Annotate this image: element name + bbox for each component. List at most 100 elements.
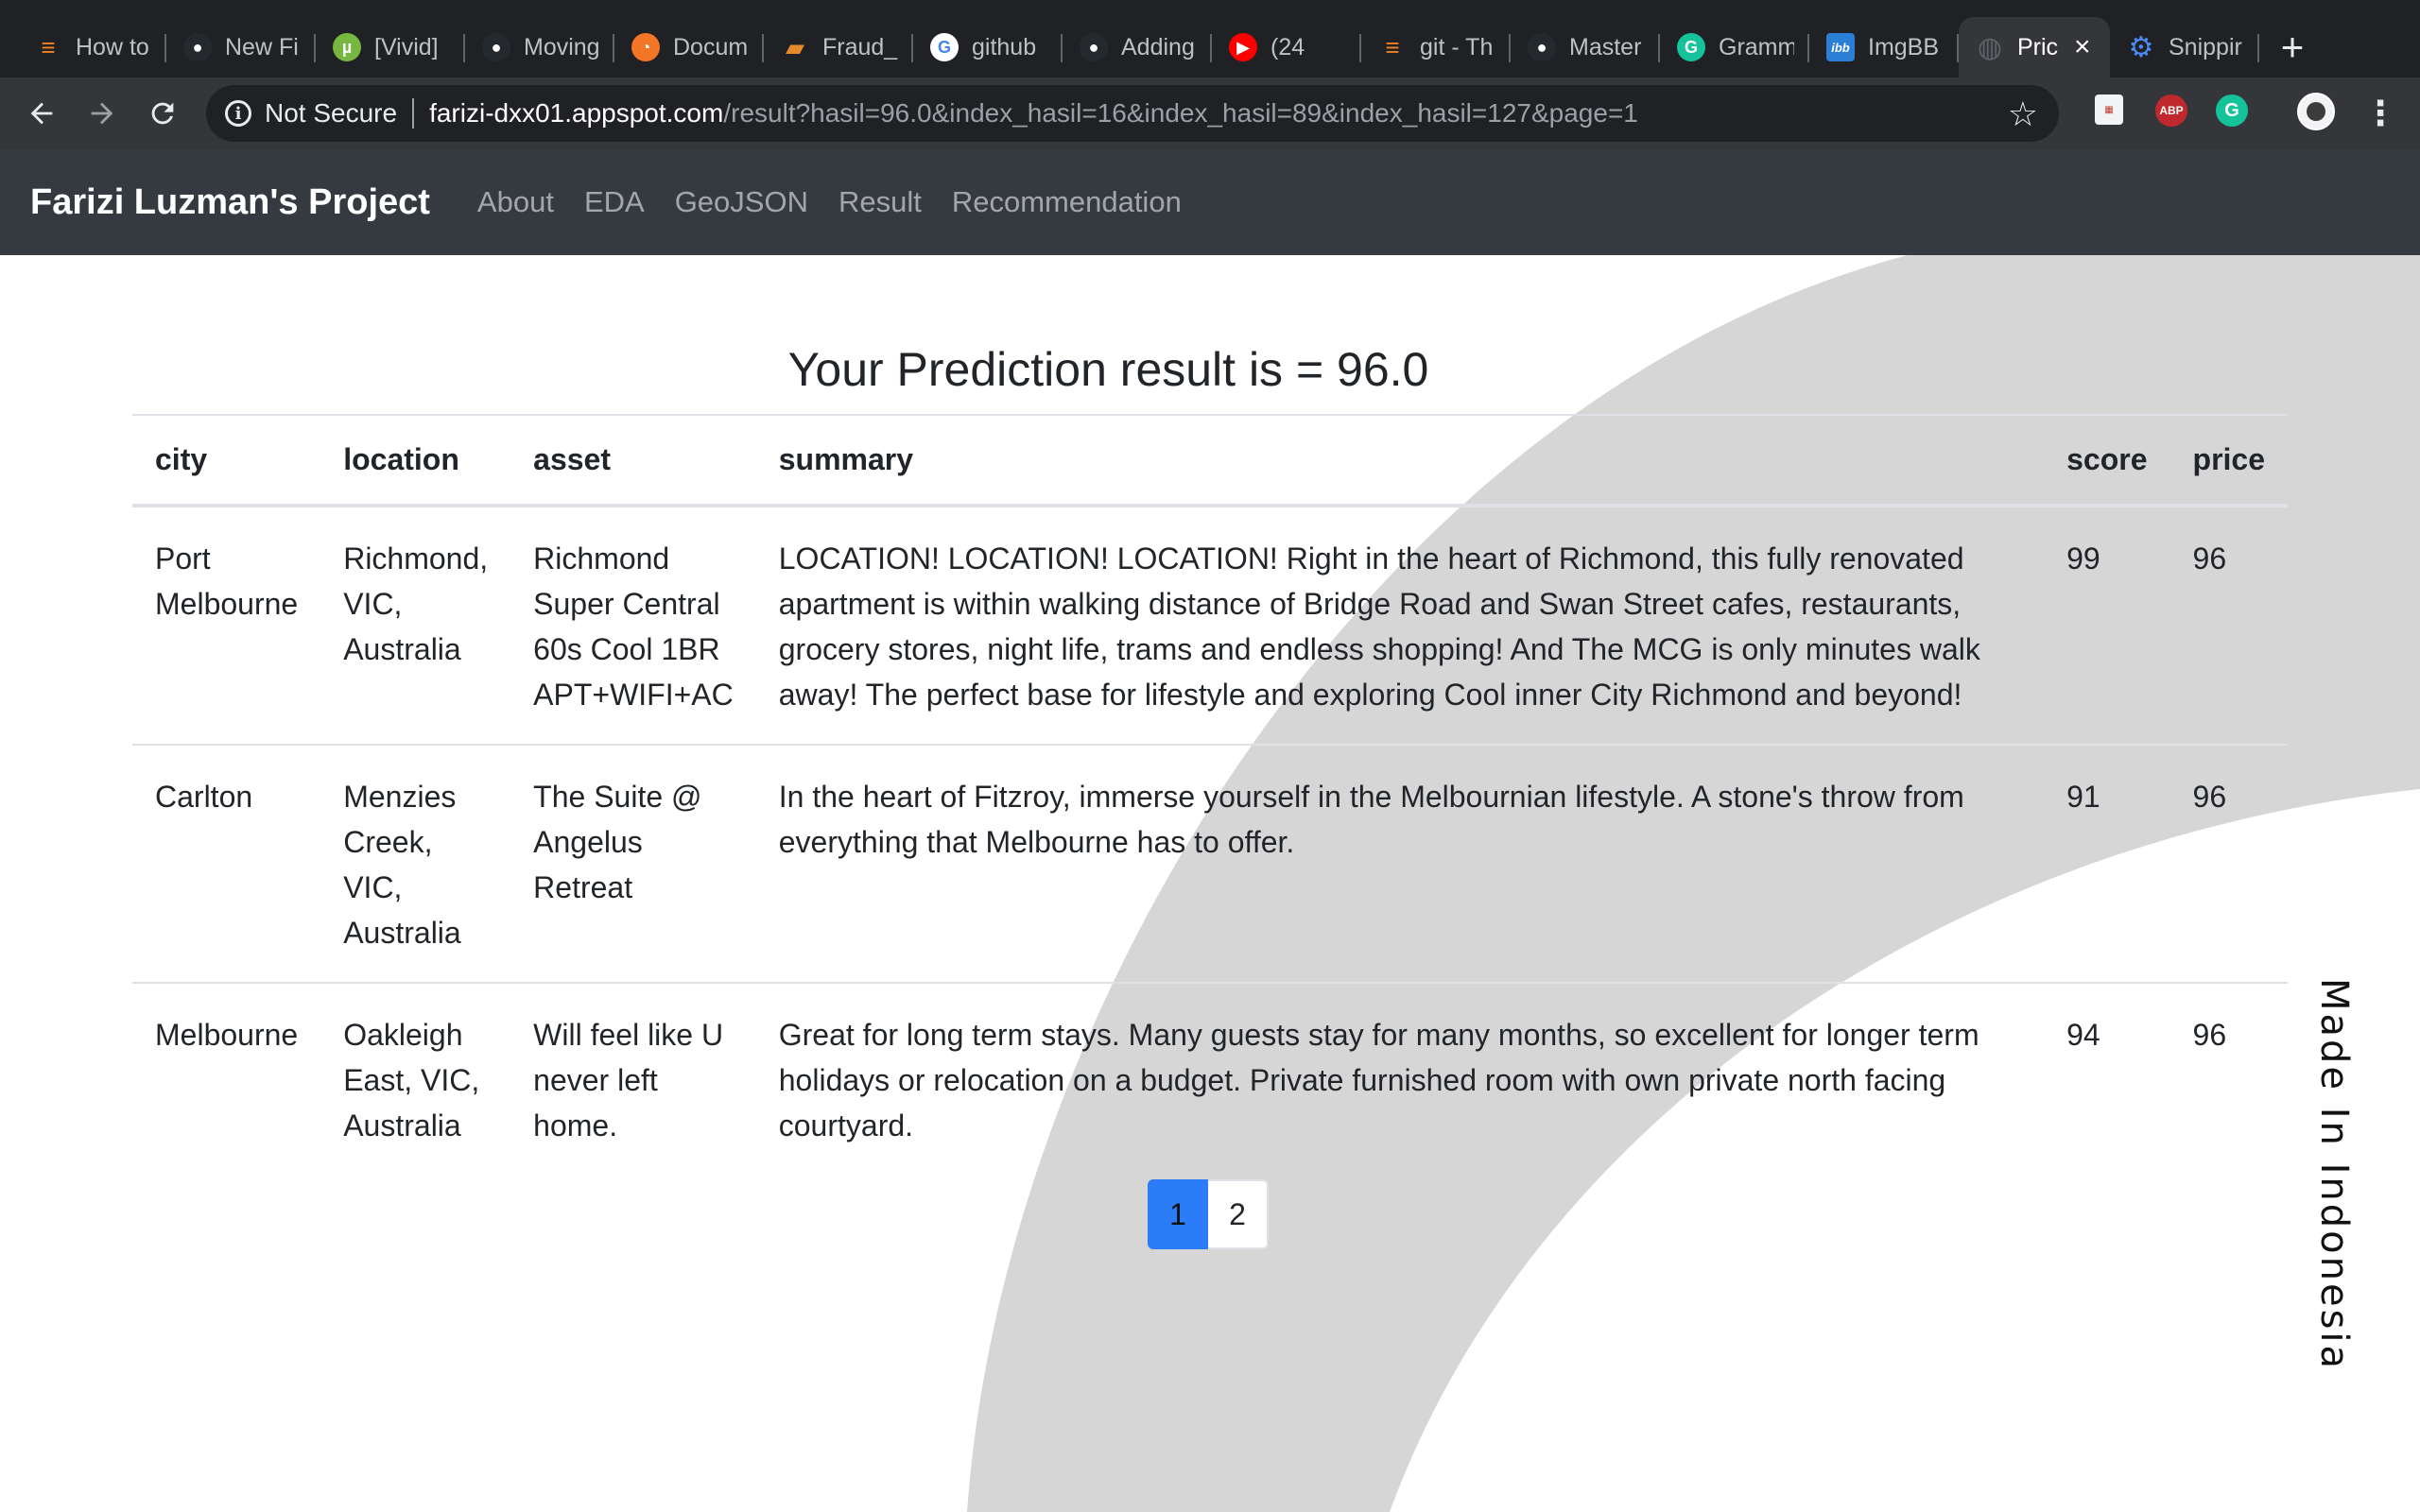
site-brand[interactable]: Farizi Luzman's Project xyxy=(30,182,430,223)
tab-title: Docum xyxy=(673,33,749,60)
cell-location: Richmond, VIC, Australia xyxy=(320,505,511,745)
grammarly-extension-icon[interactable]: G xyxy=(2216,94,2248,127)
cell-summary: LOCATION! LOCATION! LOCATION! Right in t… xyxy=(755,505,2045,745)
cell-asset: Richmond Super Central 60s Cool 1BR APT+… xyxy=(510,505,756,745)
browser-tab[interactable]: Ggithub xyxy=(913,17,1063,77)
site-navbar: Farizi Luzman's Project About EDA GeoJSO… xyxy=(0,149,2420,255)
browser-tab[interactable]: ▶ (24 xyxy=(1212,17,1361,77)
tab-title: Moving xyxy=(524,33,599,60)
browser-tab[interactable]: ● Master xyxy=(1511,17,1660,77)
reload-icon xyxy=(151,102,174,125)
stackoverflow-icon: ≡ xyxy=(1385,32,1400,61)
header-asset: asset xyxy=(510,414,756,507)
browser-tab[interactable]: µ [Vivid] xyxy=(316,17,465,77)
tab-title: Pric xyxy=(2017,33,2059,60)
tab-title: Snippir xyxy=(2169,33,2242,60)
youtube-icon: ▶ xyxy=(1229,33,1257,61)
browser-tab[interactable]: ▰ Fraud_ xyxy=(764,17,913,77)
grammarly-icon: G xyxy=(1677,33,1705,61)
github-icon: ● xyxy=(1080,33,1108,61)
security-label[interactable]: Not Secure xyxy=(265,98,397,129)
cell-score: 91 xyxy=(2044,744,2170,983)
table-row: Port Melbourne Richmond, VIC, Australia … xyxy=(132,505,2288,745)
tab-title: Master xyxy=(1569,33,1642,60)
nav-about[interactable]: About xyxy=(477,185,554,219)
nav-geojson[interactable]: GeoJSON xyxy=(675,185,808,219)
cell-summary: In the heart of Fitzroy, immerse yoursel… xyxy=(755,744,2045,983)
cell-score: 99 xyxy=(2044,505,2170,745)
tab-title: Gramm xyxy=(1719,33,1794,60)
table-row: Carlton Menzies Creek, VIC, Australia Th… xyxy=(132,744,2288,983)
header-score: score xyxy=(2044,414,2170,507)
profile-avatar[interactable] xyxy=(2297,93,2335,130)
browser-menu-icon[interactable]: ⋮ xyxy=(2363,85,2397,142)
made-in-indonesia-label: Made In Indonesia xyxy=(2312,978,2356,1372)
tab-title: github xyxy=(972,33,1037,60)
browser-tab[interactable]: ≡ How to xyxy=(17,17,166,77)
header-city: city xyxy=(132,414,321,507)
results-table: city location asset summary score price … xyxy=(132,414,2288,1175)
back-button[interactable] xyxy=(11,83,72,144)
stackoverflow-icon: ≡ xyxy=(41,32,56,61)
new-tab-button[interactable]: + xyxy=(2259,17,2325,77)
page-button-2[interactable]: 2 xyxy=(1208,1179,1269,1249)
header-summary: summary xyxy=(755,414,2045,507)
adblock-extension-icon[interactable]: ABP xyxy=(2155,94,2187,127)
url-path[interactable]: /result?hasil=96.0&index_hasil=16&index_… xyxy=(723,98,1638,129)
tab-title: Fraud_ xyxy=(822,33,898,60)
prediction-headline: Your Prediction result is = 96.0 xyxy=(787,343,1429,396)
bookmark-star-icon[interactable]: ☆ xyxy=(2008,94,2038,134)
browser-tab[interactable]: ● Adding xyxy=(1063,17,1212,77)
table-header-row: city location asset summary score price xyxy=(132,414,2288,507)
cell-score: 94 xyxy=(2044,982,2170,1175)
cell-city: Carlton xyxy=(132,744,321,983)
forward-button[interactable] xyxy=(72,83,132,144)
reload-button[interactable] xyxy=(132,83,193,144)
browser-tab[interactable]: ● Moving xyxy=(465,17,614,77)
header-location: location xyxy=(320,414,511,507)
browser-tab[interactable]: ◔ Docum xyxy=(614,17,764,77)
omnibox-divider xyxy=(412,98,415,129)
nav-eda[interactable]: EDA xyxy=(584,185,645,219)
table-row: Melbourne Oakleigh East, VIC, Australia … xyxy=(132,982,2288,1175)
github-icon: ● xyxy=(1528,33,1556,61)
globe-icon: ◍ xyxy=(1977,31,2003,63)
tab-title: Adding xyxy=(1121,33,1195,60)
browser-tab-strip: ≡ How to ● New Fi µ [Vivid] ● Moving ◔ Docum ▰ Frau… xyxy=(0,0,2420,77)
cell-city: Melbourne xyxy=(132,982,321,1175)
header-price: price xyxy=(2169,414,2288,507)
tab-title: New Fi xyxy=(225,33,299,60)
imgbb-icon: ibb xyxy=(1826,33,1855,61)
nav-result[interactable]: Result xyxy=(838,185,922,219)
cell-location: Menzies Creek, VIC, Australia xyxy=(320,744,511,983)
calendar-extension-icon[interactable]: ▦ xyxy=(2095,94,2123,125)
browser-tab[interactable]: ⚙ Snippir xyxy=(2110,17,2259,77)
browser-tab[interactable]: ibb ImgBB xyxy=(1809,17,1959,77)
browser-toolbar: i Not Secure farizi-dxx01.appspot.com/re… xyxy=(0,77,2420,149)
page-button-1[interactable]: 1 xyxy=(1148,1179,1208,1249)
arrow-right-icon xyxy=(91,102,113,125)
cell-summary: Great for long term stays. Many guests s… xyxy=(755,982,2045,1175)
browser-tab[interactable]: ◍ Pric × xyxy=(1959,17,2110,77)
tab-title: git - Th xyxy=(1420,33,1494,60)
gear-icon: ⚙ xyxy=(2128,31,2154,63)
close-icon[interactable]: × xyxy=(2074,33,2095,61)
google-icon: G xyxy=(930,33,959,61)
cell-price: 96 xyxy=(2169,505,2288,745)
cell-asset: The Suite @ Angelus Retreat xyxy=(510,744,756,983)
pagination: 1 2 xyxy=(1148,1179,1269,1249)
browser-tab[interactable]: ● New Fi xyxy=(166,17,316,77)
github-icon: ● xyxy=(183,33,212,61)
cell-price: 96 xyxy=(2169,744,2288,983)
info-icon[interactable]: i xyxy=(225,100,251,127)
page-content: Your Prediction result is = 96.0 city lo… xyxy=(0,255,2420,1512)
utorrent-icon: µ xyxy=(333,33,361,61)
cell-location: Oakleigh East, VIC, Australia xyxy=(320,982,511,1175)
address-bar[interactable]: i Not Secure farizi-dxx01.appspot.com/re… xyxy=(206,85,2059,142)
jupyter-icon: ◔ xyxy=(631,33,660,61)
browser-tab[interactable]: G Gramm xyxy=(1660,17,1809,77)
nav-recommendation[interactable]: Recommendation xyxy=(952,185,1182,219)
browser-tab[interactable]: ≡ git - Th xyxy=(1361,17,1511,77)
github-icon: ● xyxy=(482,33,510,61)
url-host[interactable]: farizi-dxx01.appspot.com xyxy=(429,98,723,129)
